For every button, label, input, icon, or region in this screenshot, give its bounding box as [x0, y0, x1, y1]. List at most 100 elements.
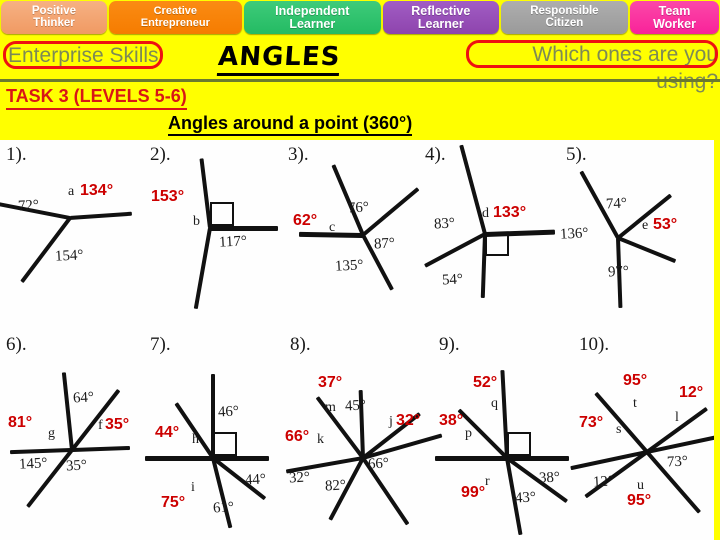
angle-answer: 133° — [493, 204, 527, 221]
page-subtitle: Angles around a point (360°) — [168, 113, 413, 136]
angle-letter: e — [642, 218, 649, 233]
angle-answer: 52° — [473, 374, 498, 391]
angle-letter: f — [98, 418, 103, 433]
right-edge-strip — [714, 140, 720, 540]
angle-label: 46° — [217, 403, 240, 421]
angle-letter: b — [193, 214, 200, 229]
header-area: Enterprise Skills ANGLES Which ones are … — [0, 36, 720, 140]
figure-number: 7). — [150, 334, 171, 355]
angle-answer: 75° — [161, 494, 186, 511]
figure-6: 6). 64° 145° 35° g 81° f 35° — [0, 330, 145, 530]
angle-answer: 134° — [80, 182, 114, 199]
skill-button-independent-learner[interactable]: Independent Learner — [243, 1, 381, 34]
angle-letter: d — [482, 206, 489, 221]
angle-label: 66° — [367, 455, 390, 473]
angle-label: 35° — [65, 457, 88, 475]
skill-label-line1: Responsible — [530, 4, 599, 17]
ray — [69, 211, 132, 220]
ray — [435, 456, 507, 461]
ray — [617, 236, 677, 264]
figure-number: 5). — [566, 144, 587, 165]
angle-label: 12° — [592, 473, 615, 491]
ray — [9, 448, 73, 455]
angle-answer: 81° — [8, 414, 33, 431]
skill-button-positive-thinker[interactable]: Positive Thinker — [1, 1, 107, 34]
figure-4: 4). 83° 54° d 133° — [420, 140, 560, 320]
figure-9: 9). 38° 43° q 52° p 38° r 99° — [435, 330, 575, 536]
angle-answer: 66° — [285, 428, 310, 445]
angle-label: 44° — [244, 471, 267, 489]
angle-letter: h — [192, 432, 199, 447]
angle-letter: m — [325, 400, 336, 415]
angle-letter: s — [616, 422, 622, 437]
skill-button-reflective-learner[interactable]: Reflective Learner — [382, 1, 499, 34]
angle-letter: t — [633, 396, 637, 411]
angle-letter: k — [317, 432, 324, 447]
figure-1: 1). 72° 154° a 134° — [0, 140, 145, 320]
figure-number: 1). — [6, 144, 27, 165]
angle-answer: 62° — [293, 212, 318, 229]
right-angle-marker — [210, 202, 234, 226]
figure-8: 8). 45° 66° 82° 32° m 37° j 32° k 66° — [285, 330, 443, 530]
ray — [210, 226, 278, 231]
angle-label: 97° — [607, 263, 630, 281]
header-divider — [0, 79, 720, 82]
angle-label: 64° — [72, 389, 95, 407]
angle-label: 87° — [373, 235, 396, 253]
worksheet-area: 1). 72° 154° a 134° 2). 117° b 153° 3). — [0, 140, 718, 540]
angle-answer: 99° — [461, 484, 486, 501]
angle-label: 76° — [347, 199, 370, 217]
ray — [507, 456, 569, 461]
angle-letter: p — [465, 426, 472, 441]
angle-answer: 73° — [579, 414, 604, 431]
angle-letter: l — [675, 410, 679, 425]
ray — [61, 372, 74, 451]
angle-label: 145° — [18, 455, 48, 473]
angle-answer: 32° — [396, 412, 421, 429]
skill-label-line1: Independent — [275, 3, 350, 18]
figure-number: 8). — [290, 334, 311, 355]
figure-2: 2). 117° b 153° — [145, 140, 285, 320]
angle-answer: 12° — [679, 384, 704, 401]
angle-answer: 44° — [155, 424, 180, 441]
angle-label: 82° — [324, 477, 347, 495]
skill-button-creative-entrepreneur[interactable]: Creative Entrepreneur — [108, 1, 242, 34]
angle-label: 43° — [514, 489, 537, 507]
ray — [174, 402, 215, 460]
right-angle-marker — [485, 232, 509, 256]
skill-button-responsible-citizen[interactable]: Responsible Citizen — [500, 1, 629, 34]
skill-label-line2: Entrepreneur — [140, 16, 210, 29]
enterprise-skills-highlight-box — [3, 41, 163, 69]
angle-letter: i — [191, 480, 195, 495]
angle-label: 117° — [218, 233, 248, 251]
ray — [145, 456, 213, 461]
angle-letter: j — [389, 414, 393, 429]
ray — [193, 227, 212, 310]
angle-label: 72° — [17, 197, 40, 215]
figure-7: 7). 46° 44° 61° h 44° i 75° — [145, 330, 285, 530]
ray — [71, 445, 131, 452]
which-ones-highlight-box — [466, 40, 718, 68]
figure-number: 6). — [6, 334, 27, 355]
angle-label: 154° — [54, 247, 84, 265]
angle-answer: 153° — [151, 188, 185, 205]
skill-label-line1: Team — [658, 3, 691, 18]
skill-label-line1: Reflective — [411, 3, 471, 18]
angle-answer: 95° — [623, 372, 648, 389]
ray — [213, 456, 269, 461]
figure-10: 10). 73° 12° t 95° l 12° s 73° u 95° — [570, 330, 718, 530]
angle-label: 54° — [441, 271, 464, 289]
skill-button-team-worker[interactable]: Team Worker — [630, 1, 719, 34]
angle-label: 61° — [212, 499, 235, 517]
skill-label-line1: Positive — [31, 4, 76, 17]
right-angle-marker — [507, 432, 531, 456]
angle-letter: g — [48, 426, 55, 441]
angle-letter: c — [329, 220, 336, 235]
angle-label: 83° — [433, 215, 456, 233]
skill-label-line2: Learner — [417, 16, 464, 31]
skill-label-line2: Thinker — [33, 16, 75, 29]
angle-answer: 38° — [439, 412, 464, 429]
ray — [361, 187, 420, 237]
figure-5: 5). 74° 136° 97° e 53° — [560, 140, 715, 320]
figure-number: 9). — [439, 334, 460, 355]
